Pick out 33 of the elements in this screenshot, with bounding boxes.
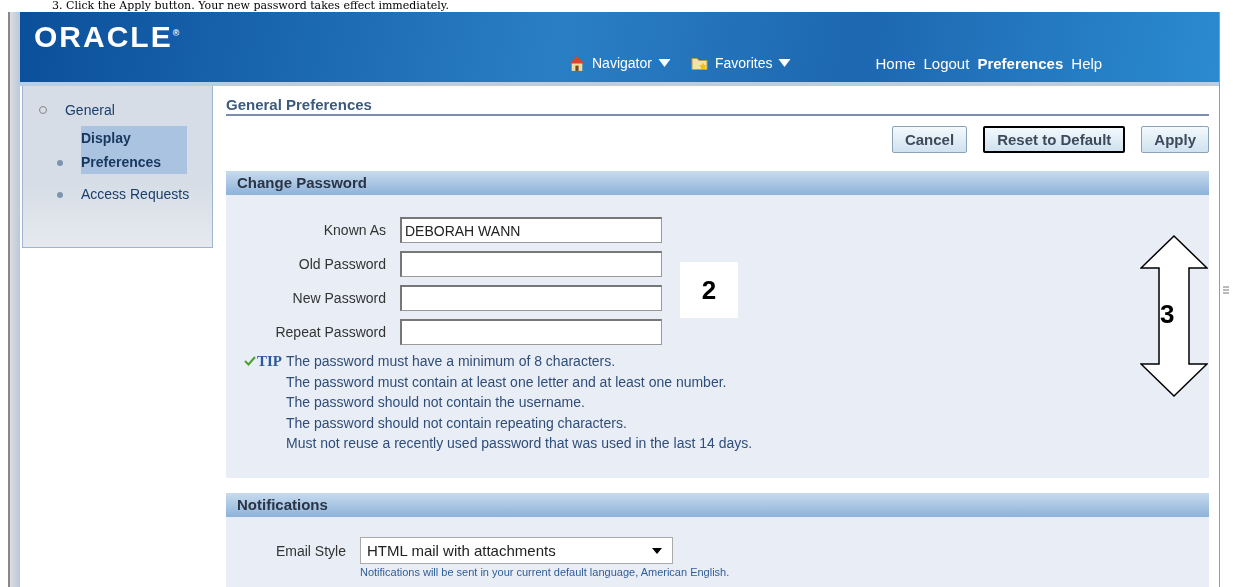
tip-text: The password should not contain repeating characters.: [286, 414, 627, 431]
tip-text: The password must have a minimum of 8 characters.: [286, 353, 616, 370]
tip-text: Must not reuse a recently used password that was used in the last 14 days.: [286, 435, 753, 452]
action-button[interactable]: Reset to Default: [983, 126, 1126, 153]
action-button[interactable]: Cancel: [891, 126, 968, 153]
field-label: Old Password: [297, 256, 386, 272]
input-field[interactable]: DEBORAH WANN: [400, 217, 662, 243]
tip-text: The password must contain at least one letter and at least one number.: [286, 373, 727, 390]
section-header: Change Password: [226, 171, 1209, 195]
field-label: Email Style: [274, 542, 346, 559]
header-link[interactable]: Preferences: [977, 54, 1064, 72]
hint-text: Notifications will be sent in your current default language, American English.: [360, 566, 731, 578]
annotation-label: 3: [1160, 299, 1175, 330]
section-header: Notifications: [226, 493, 1209, 517]
logo: ORACLE$^{®}$: [34, 20, 182, 54]
field-label: New Password: [291, 290, 386, 306]
field-label: Known As: [322, 222, 386, 238]
header-link[interactable]: Logout: [923, 54, 970, 72]
menu-button[interactable]: Favorites: [690, 54, 792, 72]
action-button[interactable]: Apply: [1141, 126, 1209, 153]
page-title: General Preferences: [226, 96, 1209, 116]
sidebar-item[interactable]: General: [65, 102, 115, 118]
header-link[interactable]: Home: [875, 54, 916, 72]
annotation-label: 2: [680, 262, 738, 318]
tip-text: The password should not contain the username.: [286, 394, 585, 411]
menu-button[interactable]: Navigator: [568, 54, 671, 72]
sidebar-item[interactable]: Display Preferences: [81, 126, 187, 174]
dropdown[interactable]: HTML mail with attachments: [360, 537, 673, 564]
tip-label: TIP: [256, 352, 282, 370]
header-link[interactable]: Help: [1071, 54, 1103, 72]
sidebar-item[interactable]: Access Requests: [81, 186, 190, 202]
field-label: Repeat Password: [274, 324, 386, 340]
instruction-text: 3. Click the Apply button. Your new password takes effect immediately.: [51, 0, 451, 12]
